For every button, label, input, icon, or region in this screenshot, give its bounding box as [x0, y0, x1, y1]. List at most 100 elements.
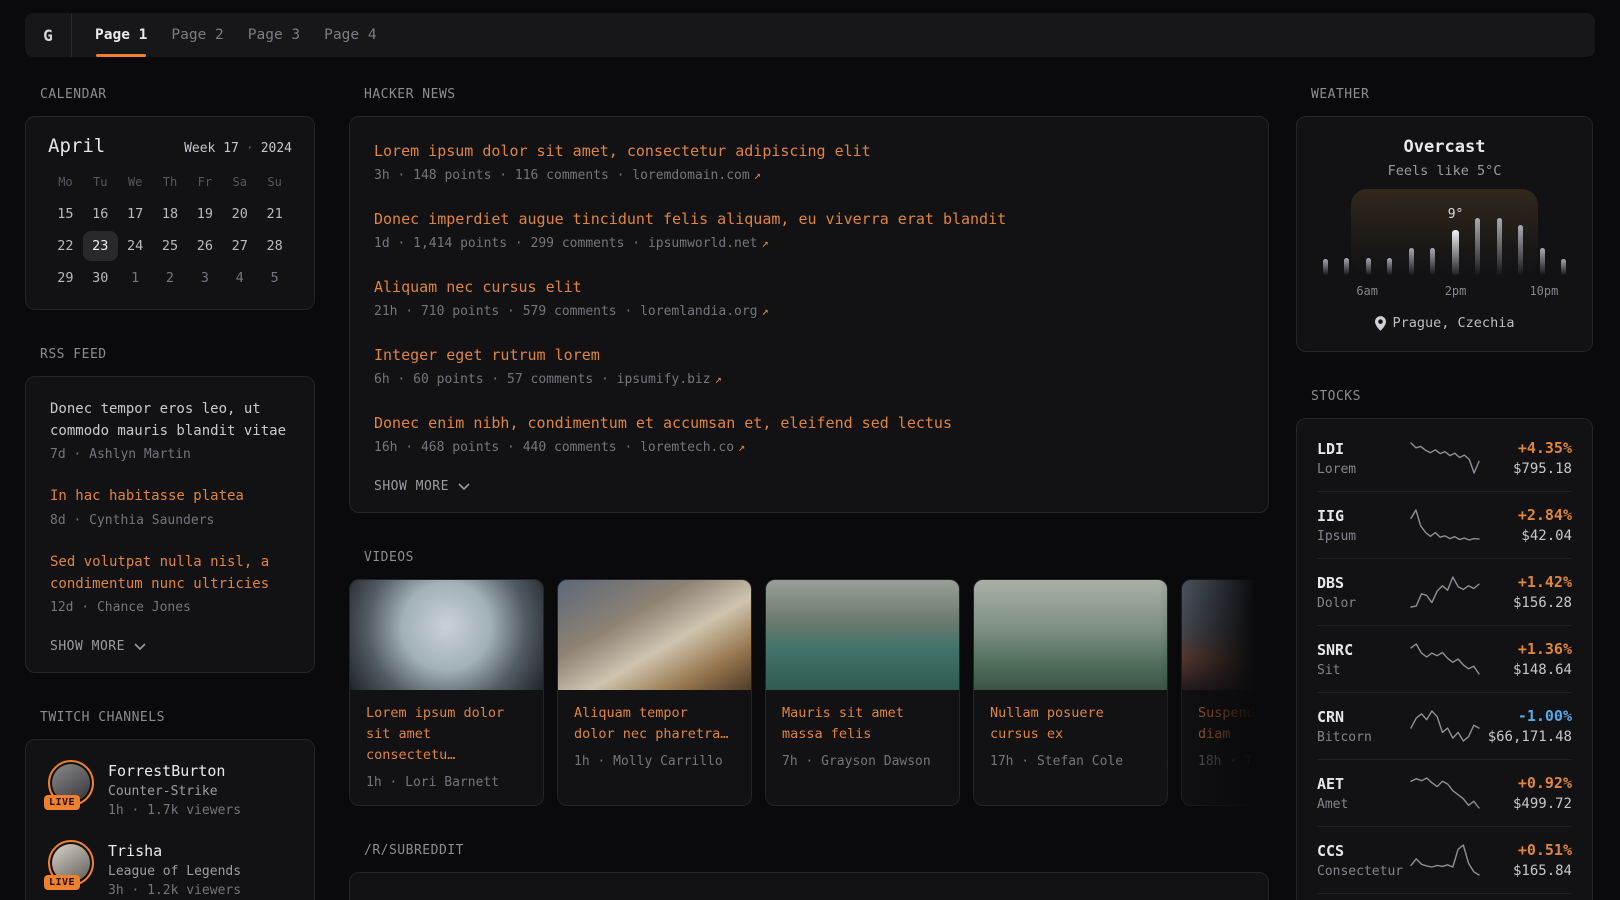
- show-more-label: SHOW MORE: [374, 479, 449, 494]
- weather-location-label: Prague, Czechia: [1393, 315, 1515, 331]
- app-logo[interactable]: G: [25, 13, 72, 57]
- section-title-videos: VIDEOS: [364, 550, 1269, 565]
- video-title[interactable]: Nullam posuere cursus ex: [990, 703, 1151, 745]
- hackernews-post-title[interactable]: Donec enim nibh, condimentum et accumsan…: [374, 411, 1244, 435]
- video-thumbnail[interactable]: [558, 580, 751, 690]
- calendar-day: 21: [257, 199, 292, 229]
- calendar-day-header: Su: [257, 173, 292, 191]
- video-card[interactable]: Nullam posuere cursus ex 17h · Stefan Co…: [973, 579, 1168, 806]
- calendar-day: 19: [187, 199, 222, 229]
- top-nav: G Page 1 Page 2 Page 3 Page 4: [25, 13, 1595, 57]
- stock-change: +2.84%: [1481, 506, 1572, 524]
- subreddit-post-title[interactable]: Maecenas mollis pulvinar erat non posuer…: [374, 895, 1244, 900]
- hackernews-post: Integer eget rutrum lorem 6h · 60 points…: [374, 343, 1244, 387]
- nav-tab[interactable]: Page 4: [324, 13, 376, 57]
- hackernews-post-title[interactable]: Integer eget rutrum lorem: [374, 343, 1244, 367]
- video-title[interactable]: Aliquam tempor dolor nec pharetra…: [574, 703, 735, 745]
- stock-symbol-link[interactable]: AET: [1317, 775, 1409, 793]
- calendar-day: 24: [118, 231, 153, 261]
- hackernews-widget: HACKER NEWS Lorem ipsum dolor sit amet, …: [349, 87, 1269, 513]
- calendar-card: April Week 17·2024 Mo Tu We Th Fr: [25, 116, 315, 310]
- twitch-channel-row[interactable]: LIVE Trisha League of Legends 3h · 1.2k …: [48, 840, 292, 898]
- stock-change: +4.35%: [1481, 439, 1572, 457]
- calendar-dates: 15 16 17 18 19 20 21 22: [48, 199, 292, 293]
- videos-widget: VIDEOS Lorem ipsum dolor sit amet consec…: [349, 550, 1269, 806]
- hackernews-post: Lorem ipsum dolor sit amet, consectetur …: [374, 139, 1244, 183]
- post-domain-link[interactable]: ipsumify.biz: [617, 372, 711, 387]
- nav-tab[interactable]: Page 1: [95, 13, 147, 57]
- stock-symbol-link[interactable]: SNRC: [1317, 641, 1409, 659]
- section-title-twitch: TWITCH CHANNELS: [40, 710, 315, 725]
- weather-condition: Overcast: [1323, 137, 1566, 157]
- video-title[interactable]: Suspendisse euismod diam: [1198, 703, 1269, 745]
- hour-label: 10pm: [1529, 284, 1558, 298]
- hackernews-post-meta: 1d · 1,414 points · 299 comments · ipsum…: [374, 236, 1244, 251]
- weather-bar: [1518, 225, 1523, 275]
- weather-bar: [1323, 259, 1328, 275]
- stock-values: +0.51% $165.84: [1481, 841, 1572, 879]
- stock-symbol-link[interactable]: CCS: [1317, 842, 1409, 860]
- video-card[interactable]: Aliquam tempor dolor nec pharetra… 1h · …: [557, 579, 752, 806]
- calendar-day: 17: [118, 199, 153, 229]
- nav-tab[interactable]: Page 3: [248, 13, 300, 57]
- weather-feels-like: Feels like 5°C: [1323, 163, 1566, 179]
- post-domain-link[interactable]: loremlandia.org: [640, 304, 757, 319]
- calendar-day: 27: [222, 231, 257, 261]
- stock-identity: DBS Dolor: [1317, 574, 1409, 611]
- stock-sparkline: [1409, 709, 1481, 743]
- video-thumbnail[interactable]: [766, 580, 959, 690]
- rss-item-title[interactable]: In hac habitasse platea: [50, 486, 290, 508]
- video-card-body: Lorem ipsum dolor sit amet consectetu… 1…: [350, 690, 543, 805]
- weather-chart: 9°: [1323, 189, 1566, 275]
- video-thumbnail[interactable]: [350, 580, 543, 690]
- hackernews-post-title[interactable]: Lorem ipsum dolor sit amet, consectetur …: [374, 139, 1244, 163]
- rss-show-more-button[interactable]: SHOW MORE: [50, 639, 290, 654]
- hackernews-post: Aliquam nec cursus elit 21h · 710 points…: [374, 275, 1244, 319]
- calendar-day: 20: [222, 199, 257, 229]
- rss-item-title[interactable]: Donec tempor eros leo, ut commodo mauris…: [50, 399, 290, 442]
- stock-change: -1.00%: [1481, 707, 1572, 725]
- rss-item: Sed volutpat nulla nisl, a condimentum n…: [50, 552, 290, 615]
- video-title[interactable]: Lorem ipsum dolor sit amet consectetu…: [366, 703, 527, 766]
- stock-symbol-link[interactable]: CRN: [1317, 708, 1409, 726]
- video-title[interactable]: Mauris sit amet massa felis: [782, 703, 943, 745]
- subreddit-card: Maecenas mollis pulvinar erat non posuer…: [349, 872, 1269, 900]
- stock-identity: SNRC Sit: [1317, 641, 1409, 678]
- stock-values: +2.84% $42.04: [1481, 506, 1572, 544]
- video-card[interactable]: Suspendisse euismod diam 18h · Tara: [1181, 579, 1269, 806]
- stock-change: +1.36%: [1481, 640, 1572, 658]
- nav-tab[interactable]: Page 2: [171, 13, 223, 57]
- hackernews-show-more-button[interactable]: SHOW MORE: [374, 479, 1244, 494]
- stock-values: +4.35% $795.18: [1481, 439, 1572, 477]
- stock-name: Bitcorn: [1317, 730, 1409, 745]
- twitch-channel-row[interactable]: LIVE ForrestBurton Counter-Strike 1h · 1…: [48, 760, 292, 818]
- stock-symbol-link[interactable]: IIG: [1317, 507, 1409, 525]
- stock-symbol-link[interactable]: LDI: [1317, 440, 1409, 458]
- post-domain-link[interactable]: loremtech.co: [640, 440, 734, 455]
- video-thumbnail[interactable]: [974, 580, 1167, 690]
- stock-change: +1.42%: [1481, 573, 1572, 591]
- video-thumbnail[interactable]: [1182, 580, 1269, 690]
- calendar-day: 15: [48, 199, 83, 229]
- twitch-card: LIVE ForrestBurton Counter-Strike 1h · 1…: [25, 739, 315, 900]
- calendar-week: Week 17: [184, 141, 239, 156]
- video-card[interactable]: Lorem ipsum dolor sit amet consectetu… 1…: [349, 579, 544, 806]
- stock-symbol-link[interactable]: DBS: [1317, 574, 1409, 592]
- weather-bar: [1430, 248, 1435, 275]
- rss-item-title[interactable]: Sed volutpat nulla nisl, a condimentum n…: [50, 552, 290, 595]
- external-link-icon: ↗: [762, 236, 769, 250]
- rss-item-meta: 12d · Chance Jones: [50, 600, 290, 615]
- twitch-channel-name: ForrestBurton: [108, 762, 241, 780]
- video-meta: 1h · Lori Barnett: [366, 775, 527, 790]
- hackernews-post-title[interactable]: Aliquam nec cursus elit: [374, 275, 1244, 299]
- post-domain-link[interactable]: loremdomain.com: [632, 168, 749, 183]
- calendar-day: 29: [48, 263, 83, 293]
- live-badge: LIVE: [44, 875, 80, 890]
- stock-row: LDI Lorem +4.35% $795.18: [1317, 425, 1572, 491]
- live-badge: LIVE: [44, 795, 80, 810]
- post-domain-link[interactable]: ipsumworld.net: [648, 236, 758, 251]
- video-card[interactable]: Mauris sit amet massa felis 7h · Grayson…: [765, 579, 960, 806]
- weather-hours: 6am2pm10pm: [1323, 284, 1566, 300]
- hackernews-post-title[interactable]: Donec imperdiet augue tincidunt felis al…: [374, 207, 1244, 231]
- video-card-body: Aliquam tempor dolor nec pharetra… 1h · …: [558, 690, 751, 784]
